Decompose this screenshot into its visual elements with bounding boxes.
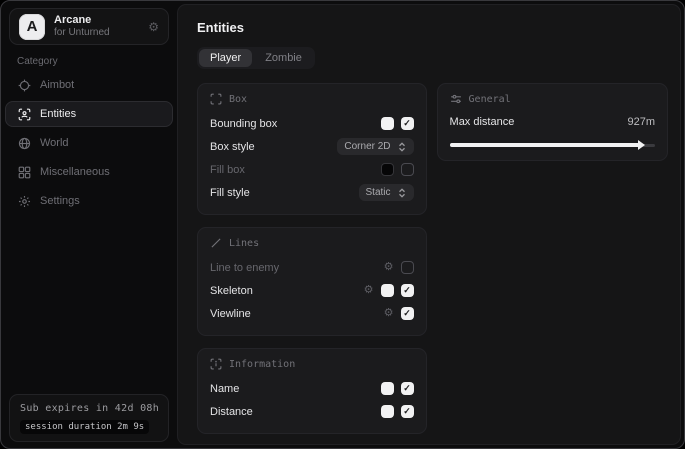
sidebar: A Arcane for Unturned ⚙ Category Aimbot … [1, 1, 177, 448]
tab-zombie[interactable]: Zombie [254, 49, 313, 67]
lines-card-title: Lines [229, 238, 259, 249]
tab-player[interactable]: Player [199, 49, 252, 67]
globe-icon [18, 137, 31, 150]
line-to-enemy-checkbox[interactable] [401, 261, 414, 274]
viewline-settings-gear-icon[interactable]: ⚙ [384, 308, 394, 319]
sidebar-item-miscellaneous[interactable]: Miscellaneous [5, 159, 173, 185]
gear-icon[interactable]: ⚙ [148, 20, 159, 34]
sidebar-item-label: Entities [40, 108, 76, 120]
skeleton-settings-gear-icon[interactable]: ⚙ [364, 285, 374, 296]
entity-scan-icon [18, 108, 31, 121]
box-style-dropdown[interactable]: Corner 2D [337, 138, 413, 155]
row-label: Name [210, 383, 239, 395]
row-label: Max distance [450, 116, 515, 128]
main-panel: Entities Player Zombie Box Bounding box [177, 4, 681, 445]
row-skeleton: Skeleton ⚙ ✓ [210, 279, 414, 302]
box-card: Box Bounding box ✓ Box style Corner 2D [197, 83, 427, 215]
subscription-card: Sub expires in 42d 08h session duration … [9, 394, 169, 442]
app-subtitle: for Unturned [54, 27, 139, 39]
chevron-up-down-icon [397, 142, 407, 152]
max-distance-slider[interactable] [450, 140, 655, 150]
sidebar-item-world[interactable]: World [5, 130, 173, 156]
app-window: A Arcane for Unturned ⚙ Category Aimbot … [0, 0, 685, 449]
sidebar-item-entities[interactable]: Entities [5, 101, 173, 127]
diagonal-line-icon [210, 237, 222, 249]
row-label: Viewline [210, 308, 251, 320]
sliders-icon [450, 93, 462, 105]
row-box-style: Box style Corner 2D [210, 135, 414, 158]
max-distance-fill [450, 143, 640, 147]
row-label: Bounding box [210, 118, 277, 130]
information-card-title: Information [229, 359, 295, 370]
fill-box-color-swatch[interactable] [381, 163, 394, 176]
sub-expires-text: Sub expires in 42d 08h [20, 403, 158, 414]
row-label: Line to enemy [210, 262, 279, 274]
row-label: Skeleton [210, 285, 253, 297]
fill-style-dropdown[interactable]: Static [359, 184, 414, 201]
sidebar-item-label: Aimbot [40, 79, 74, 91]
row-fill-box: Fill box [210, 158, 414, 181]
category-label: Category [17, 56, 58, 67]
sidebar-item-settings[interactable]: Settings [5, 188, 173, 214]
distance-checkbox[interactable]: ✓ [401, 405, 414, 418]
bounding-box-checkbox[interactable]: ✓ [401, 117, 414, 130]
sidebar-item-aimbot[interactable]: Aimbot [5, 72, 173, 98]
row-max-distance: Max distance 927m [450, 112, 655, 132]
fill-box-checkbox[interactable] [401, 163, 414, 176]
right-column: General Max distance 927m [437, 83, 668, 161]
row-label: Fill box [210, 164, 245, 176]
distance-color-swatch[interactable] [381, 405, 394, 418]
page-title: Entities [197, 20, 668, 35]
viewline-checkbox[interactable]: ✓ [401, 307, 414, 320]
content-columns: Box Bounding box ✓ Box style Corner 2D [197, 83, 668, 434]
skeleton-checkbox[interactable]: ✓ [401, 284, 414, 297]
lines-card: Lines Line to enemy ⚙ Skeleton ⚙ [197, 227, 427, 336]
row-label: Fill style [210, 187, 250, 199]
app-logo: A [19, 14, 45, 40]
left-column: Box Bounding box ✓ Box style Corner 2D [197, 83, 427, 434]
sidebar-item-label: Settings [40, 195, 80, 207]
row-name: Name ✓ [210, 377, 414, 400]
max-distance-value: 927m [627, 116, 655, 128]
fill-style-value: Static [366, 187, 391, 198]
gear-icon [18, 195, 31, 208]
grid-icon [18, 166, 31, 179]
row-bounding-box: Bounding box ✓ [210, 112, 414, 135]
row-line-to-enemy: Line to enemy ⚙ [210, 256, 414, 279]
skeleton-color-swatch[interactable] [381, 284, 394, 297]
bounding-box-color-swatch[interactable] [381, 117, 394, 130]
row-label: Distance [210, 406, 253, 418]
slider-thumb[interactable] [638, 140, 645, 150]
app-name: Arcane [54, 14, 139, 27]
general-card-header: General [450, 93, 655, 105]
lines-card-header: Lines [210, 237, 414, 249]
chevron-up-down-icon [397, 188, 407, 198]
sidebar-nav: Aimbot Entities World Miscellaneous [5, 72, 173, 214]
box-style-value: Corner 2D [344, 141, 390, 152]
name-checkbox[interactable]: ✓ [401, 382, 414, 395]
app-title-block: Arcane for Unturned [54, 14, 139, 38]
name-color-swatch[interactable] [381, 382, 394, 395]
box-card-header: Box [210, 93, 414, 105]
corner-box-icon [210, 93, 222, 105]
general-card-title: General [469, 94, 511, 105]
general-card: General Max distance 927m [437, 83, 668, 161]
logo-card: A Arcane for Unturned ⚙ [9, 8, 169, 45]
row-fill-style: Fill style Static [210, 181, 414, 204]
tab-group: Player Zombie [197, 47, 315, 69]
sidebar-item-label: Miscellaneous [40, 166, 110, 178]
session-duration-badge: session duration 2m 9s [20, 420, 149, 434]
sidebar-item-label: World [40, 137, 69, 149]
row-distance: Distance ✓ [210, 400, 414, 423]
row-label: Box style [210, 141, 255, 153]
information-card: Information Name ✓ Distance ✓ [197, 348, 427, 434]
line-to-enemy-settings-gear-icon[interactable]: ⚙ [384, 262, 394, 273]
crosshair-icon [18, 79, 31, 92]
row-viewline: Viewline ⚙ ✓ [210, 302, 414, 325]
box-card-title: Box [229, 94, 247, 105]
information-card-header: Information [210, 358, 414, 370]
info-scan-icon [210, 358, 222, 370]
